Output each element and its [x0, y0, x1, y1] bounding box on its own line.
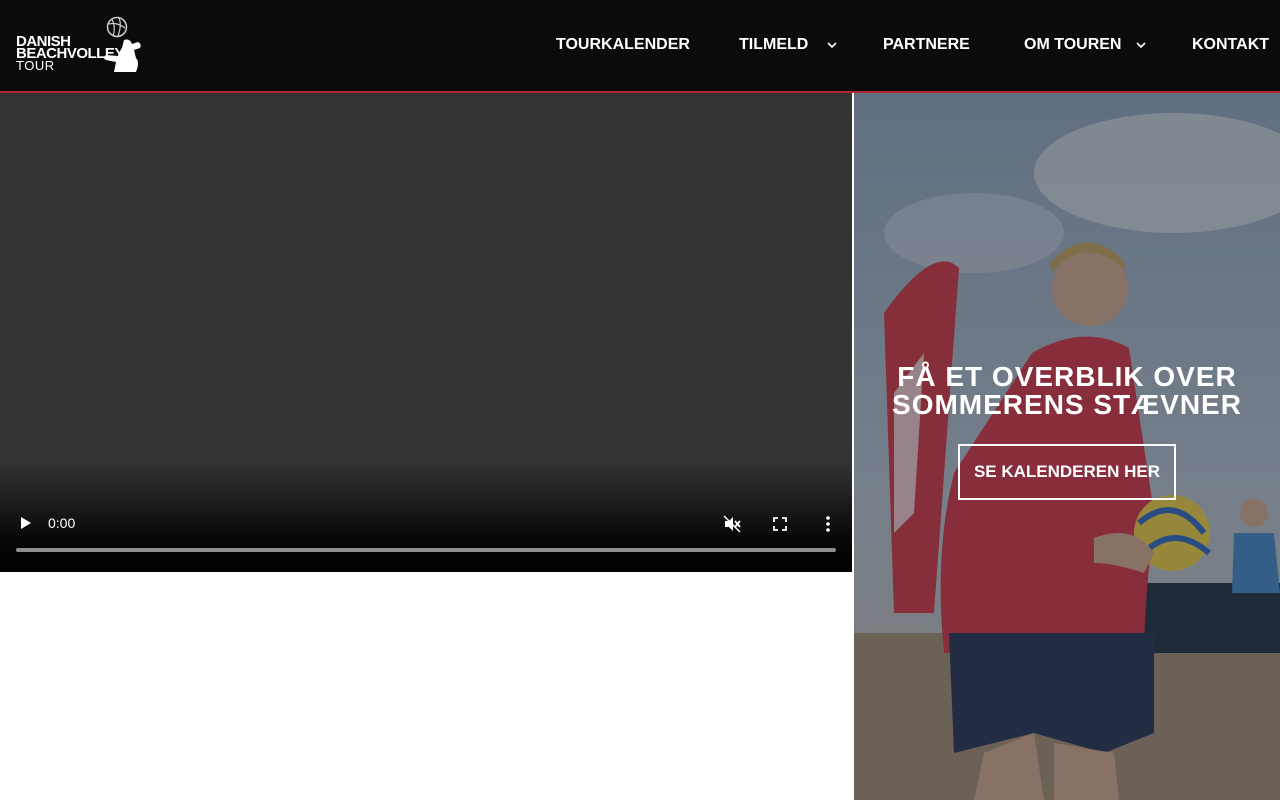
mute-icon[interactable]: [722, 514, 742, 534]
video-player[interactable]: 0:00: [0, 93, 852, 572]
chevron-down-icon[interactable]: [1134, 38, 1148, 52]
volleyball-icon: [106, 16, 128, 38]
chevron-down-icon[interactable]: [825, 38, 839, 52]
hero-title-line-2: SOMMERENS STÆVNER: [892, 389, 1242, 420]
hero-title-line-1: FÅ ET OVERBLIK OVER: [897, 361, 1237, 392]
hero-title: FÅ ET OVERBLIK OVER SOMMERENS STÆVNER: [854, 363, 1280, 419]
video-progress-bar[interactable]: [16, 548, 836, 552]
nav-item-om-touren[interactable]: OM TOUREN: [1024, 36, 1121, 56]
hero-banner: FÅ ET OVERBLIK OVER SOMMERENS STÆVNER SE…: [854, 93, 1280, 800]
fullscreen-icon[interactable]: [772, 516, 788, 532]
more-options-icon[interactable]: [820, 514, 836, 534]
video-current-time: 0:00: [48, 515, 76, 531]
nav-item-partnere[interactable]: PARTNERE: [883, 36, 970, 56]
nav-item-kontakt[interactable]: KONTAKT: [1192, 36, 1269, 56]
nav-item-tourkalender[interactable]: TOURKALENDER: [556, 36, 690, 56]
play-icon[interactable]: [16, 514, 34, 532]
nav-item-tilmeld[interactable]: TILMELD: [739, 36, 808, 56]
see-calendar-button[interactable]: SE KALENDEREN HER: [958, 444, 1176, 500]
site-header: DANISH BEACHVOLLEY TOUR TOURKALENDER TIL…: [0, 0, 1280, 93]
player-silhouette-icon: [104, 39, 141, 72]
site-logo[interactable]: DANISH BEACHVOLLEY TOUR: [14, 16, 144, 76]
logo-line-3: TOUR: [16, 58, 55, 73]
